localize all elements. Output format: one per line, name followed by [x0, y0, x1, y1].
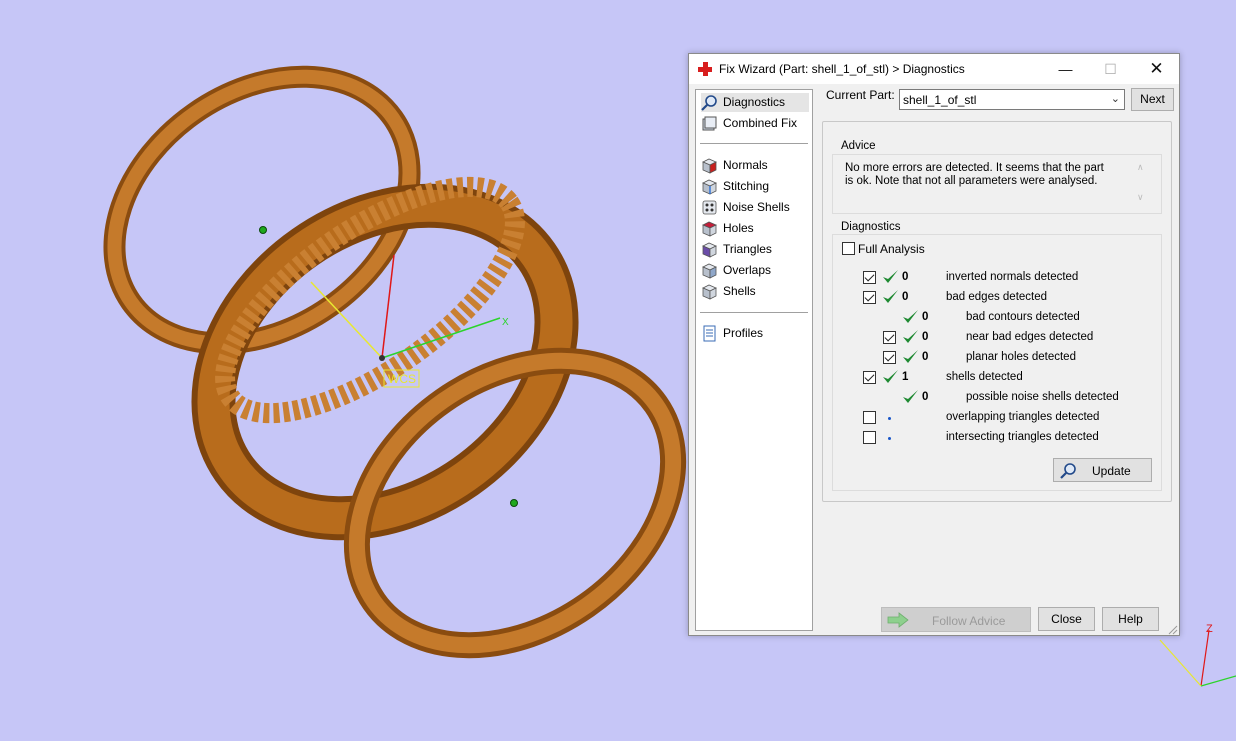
maximize-icon[interactable]: ☐: [1088, 54, 1133, 84]
shells-checkbox[interactable]: [863, 371, 876, 384]
stitching-cube-icon: [702, 179, 717, 195]
overlapping-triangles-checkbox[interactable]: [863, 411, 876, 424]
inverted-normals-checkbox[interactable]: [863, 271, 876, 284]
nav-item-holes[interactable]: Holes: [701, 219, 809, 238]
holes-cube-icon: [702, 221, 717, 237]
full-analysis-label: Full Analysis: [858, 242, 925, 256]
planar-holes-label: planar holes detected: [966, 351, 1076, 363]
nav-item-label: Holes: [723, 221, 754, 235]
nav-item-label: Overlaps: [723, 263, 772, 277]
near-bad-edges-checkbox[interactable]: [883, 331, 896, 344]
next-button[interactable]: Next: [1131, 88, 1174, 111]
axis-z-label: Z: [1206, 623, 1213, 635]
profiles-doc-icon: [703, 325, 716, 342]
overlaps-cube-icon: [702, 263, 717, 279]
overlapping-triangles-label: overlapping triangles detected: [946, 411, 1100, 423]
near-bad-edges-count: 0: [922, 331, 929, 343]
inverted-normals-label: inverted normals detected: [946, 271, 1079, 283]
nav-divider: [700, 312, 808, 313]
full-analysis-checkbox[interactable]: [842, 242, 855, 255]
nav-item-label: Profiles: [723, 326, 764, 340]
nav-item-label: Normals: [723, 158, 768, 172]
nav-item-label: Stitching: [723, 179, 770, 193]
green-check-icon: [903, 330, 918, 343]
planar-holes-checkbox[interactable]: [883, 351, 896, 364]
current-part-label: Current Part:: [826, 88, 895, 102]
minimize-icon[interactable]: —: [1043, 54, 1088, 84]
nav-item-combined-fix[interactable]: Combined Fix: [701, 114, 809, 133]
nav-item-diagnostics[interactable]: Diagnostics: [701, 93, 809, 112]
nav-item-profiles[interactable]: Profiles: [701, 324, 809, 343]
advice-title: Advice: [839, 140, 878, 152]
inverted-normals-count: 0: [902, 271, 909, 283]
nav-item-overlaps[interactable]: Overlaps: [701, 261, 809, 280]
bad-contours-count: 0: [922, 311, 929, 323]
diagnostics-title: Diagnostics: [839, 221, 903, 233]
near-bad-edges-label: near bad edges detected: [966, 331, 1094, 343]
close-button[interactable]: Close: [1038, 607, 1095, 631]
planar-holes-count: 0: [922, 351, 929, 363]
not-analysed-dot-icon: [888, 417, 891, 420]
nav-divider: [700, 143, 808, 144]
nav-item-label: Diagnostics: [723, 95, 786, 109]
title-bar[interactable]: Fix Wizard (Part: shell_1_of_stl) > Diag…: [689, 54, 1179, 84]
noise-shells-icon: [702, 200, 717, 215]
help-button[interactable]: Help: [1102, 607, 1159, 631]
wcs-label: WCS: [388, 372, 416, 386]
current-part-value: shell_1_of_stl: [903, 93, 977, 107]
bad-contours-label: bad contours detected: [966, 311, 1080, 323]
nav-item-label: Combined Fix: [723, 116, 798, 130]
wcs-x-label: X: [502, 317, 509, 328]
magnifier-icon: [701, 95, 717, 111]
green-arrow-icon: [887, 612, 909, 628]
advice-text: No more errors are detected. It seems th…: [845, 162, 1104, 187]
combined-fix-icon: [702, 116, 717, 131]
green-check-icon: [883, 270, 898, 283]
follow-advice-label: Follow Advice: [932, 614, 1006, 628]
not-analysed-dot-icon: [888, 437, 891, 440]
green-check-icon: [883, 370, 898, 383]
shells-cube-icon: [702, 284, 717, 300]
dialog-title: Fix Wizard (Part: shell_1_of_stl) > Diag…: [719, 62, 965, 76]
resize-grip-icon[interactable]: [1167, 624, 1178, 635]
nav-item-stitching[interactable]: Stitching: [701, 177, 809, 196]
intersecting-triangles-label: intersecting triangles detected: [946, 431, 1099, 443]
update-button[interactable]: Update: [1053, 458, 1152, 482]
bad-edges-count: 0: [902, 291, 909, 303]
shells-label: shells detected: [946, 371, 1023, 383]
chevron-down-icon: ⌄: [1110, 93, 1120, 105]
scroll-up-icon[interactable]: ∧: [1137, 162, 1144, 173]
pivot-marker[interactable]: [510, 499, 518, 507]
normals-cube-icon: [702, 158, 717, 174]
noise-shells-label: possible noise shells detected: [966, 391, 1119, 403]
nav-item-shells[interactable]: Shells: [701, 282, 809, 301]
nav-item-triangles[interactable]: Triangles: [701, 240, 809, 259]
update-label: Update: [1092, 464, 1131, 478]
close-icon[interactable]: ✕: [1134, 54, 1179, 84]
follow-advice-button[interactable]: Follow Advice: [881, 607, 1031, 632]
nav-item-label: Triangles: [723, 242, 772, 256]
nav-item-normals[interactable]: Normals: [701, 156, 809, 175]
nav-item-label: Shells: [723, 284, 756, 298]
green-check-icon: [903, 390, 918, 403]
pivot-marker[interactable]: [259, 226, 267, 234]
wizard-nav-panel: Diagnostics Combined Fix Normals Stitchi…: [695, 89, 813, 631]
nav-item-label: Noise Shells: [723, 200, 790, 214]
green-check-icon: [903, 310, 918, 323]
red-cross-icon: [698, 62, 712, 76]
nav-item-noise-shells[interactable]: Noise Shells: [701, 198, 809, 217]
fix-wizard-dialog: Fix Wizard (Part: shell_1_of_stl) > Diag…: [688, 53, 1180, 636]
shells-count: 1: [902, 371, 909, 383]
green-check-icon: [903, 350, 918, 363]
current-part-select[interactable]: shell_1_of_stl ⌄: [899, 89, 1125, 110]
triangles-cube-icon: [702, 242, 717, 258]
scroll-down-icon[interactable]: ∨: [1137, 192, 1144, 203]
intersecting-triangles-checkbox[interactable]: [863, 431, 876, 444]
bad-edges-label: bad edges detected: [946, 291, 1048, 303]
green-check-icon: [883, 290, 898, 303]
bad-edges-checkbox[interactable]: [863, 291, 876, 304]
magnifier-icon: [1060, 463, 1076, 479]
noise-shells-count: 0: [922, 391, 929, 403]
